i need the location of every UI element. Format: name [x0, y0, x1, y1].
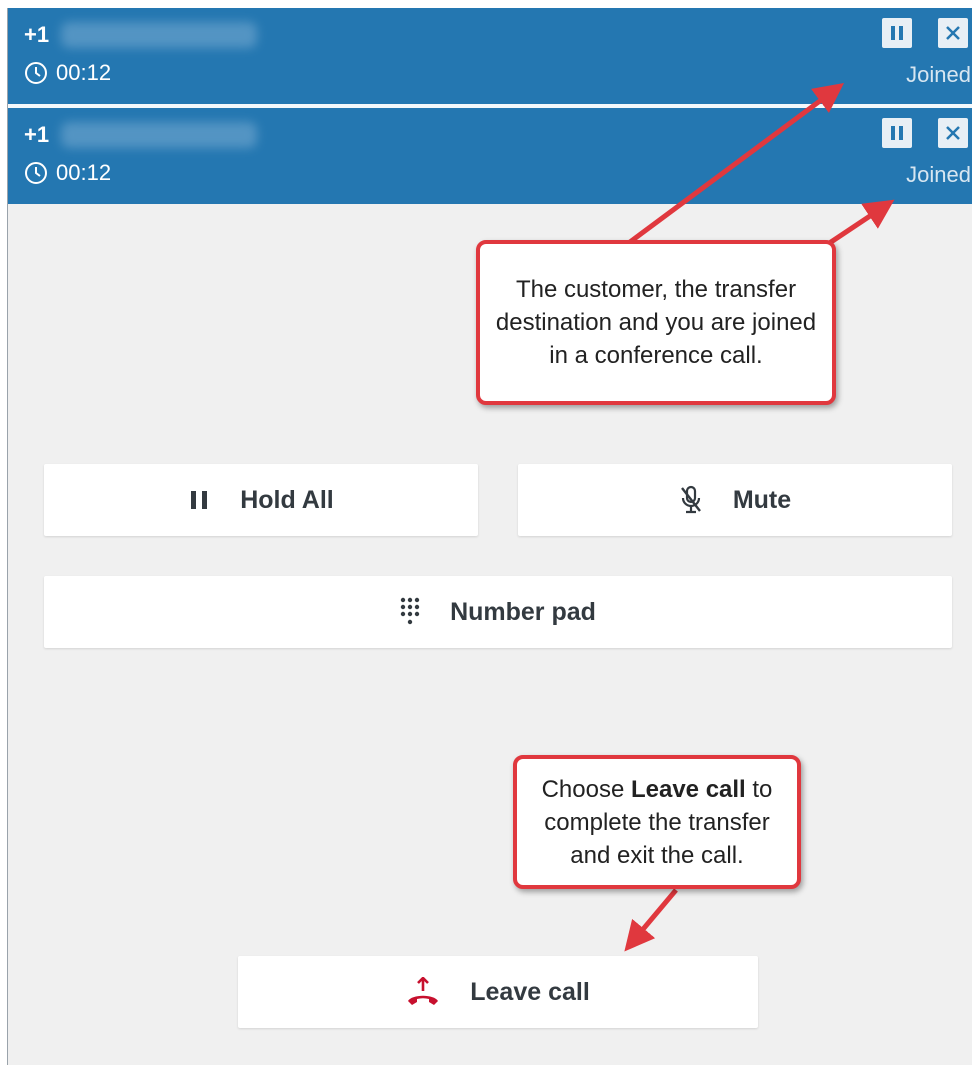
callout-prefix: Choose [541, 775, 631, 803]
participant-phone-number: +1 [24, 122, 258, 148]
pause-icon [191, 491, 208, 509]
call-participant-row[interactable]: +1 00:12 Joined [8, 8, 972, 104]
dialpad-icon [400, 597, 420, 625]
call-timer: 00:12 [24, 60, 111, 86]
hold-all-label: Hold All [240, 485, 334, 514]
disconnect-participant-button[interactable] [938, 118, 968, 148]
disconnect-participant-button[interactable] [938, 18, 968, 48]
conference-callout-text: The customer, the transfer destination a… [495, 276, 817, 369]
participant-status: Joined [906, 162, 971, 187]
number-pad-button[interactable]: Number pad [44, 576, 952, 648]
call-timer: 00:12 [24, 160, 111, 186]
clock-icon [25, 62, 47, 84]
redacted-number [61, 122, 258, 148]
callout-bold: Leave call [630, 775, 746, 803]
participant-status: Joined [906, 62, 971, 87]
mute-button[interactable]: Mute [518, 464, 952, 536]
phone-prefix: +1 [24, 22, 50, 47]
conference-callout: The customer, the transfer destination a… [476, 240, 836, 405]
redacted-number [61, 22, 258, 48]
leave-call-callout-text: Choose Leave call to complete the transf… [531, 773, 783, 872]
clock-icon [25, 162, 47, 184]
participant-phone-number: +1 [24, 22, 258, 48]
pause-icon [891, 126, 903, 140]
hold-all-button[interactable]: Hold All [44, 464, 478, 536]
hold-participant-button[interactable] [882, 18, 912, 48]
mute-mic-icon [680, 485, 701, 514]
call-participant-row[interactable]: +1 00:12 Joined [8, 108, 972, 204]
close-icon [946, 26, 960, 40]
leave-call-label: Leave call [470, 977, 590, 1006]
timer-value: 00:12 [56, 60, 112, 85]
timer-value: 00:12 [56, 160, 112, 185]
pause-icon [891, 26, 903, 40]
hold-participant-button[interactable] [882, 118, 912, 148]
mute-label: Mute [732, 485, 792, 514]
leave-call-callout: Choose Leave call to complete the transf… [513, 755, 801, 889]
call-panel: +1 00:12 Joined +1 00:12 Joined Hold All… [7, 8, 972, 1065]
leave-call-button[interactable]: Leave call [238, 956, 758, 1028]
leave-call-icon [408, 977, 439, 1005]
number-pad-label: Number pad [450, 597, 596, 626]
close-icon [946, 126, 960, 140]
phone-prefix: +1 [24, 122, 50, 147]
